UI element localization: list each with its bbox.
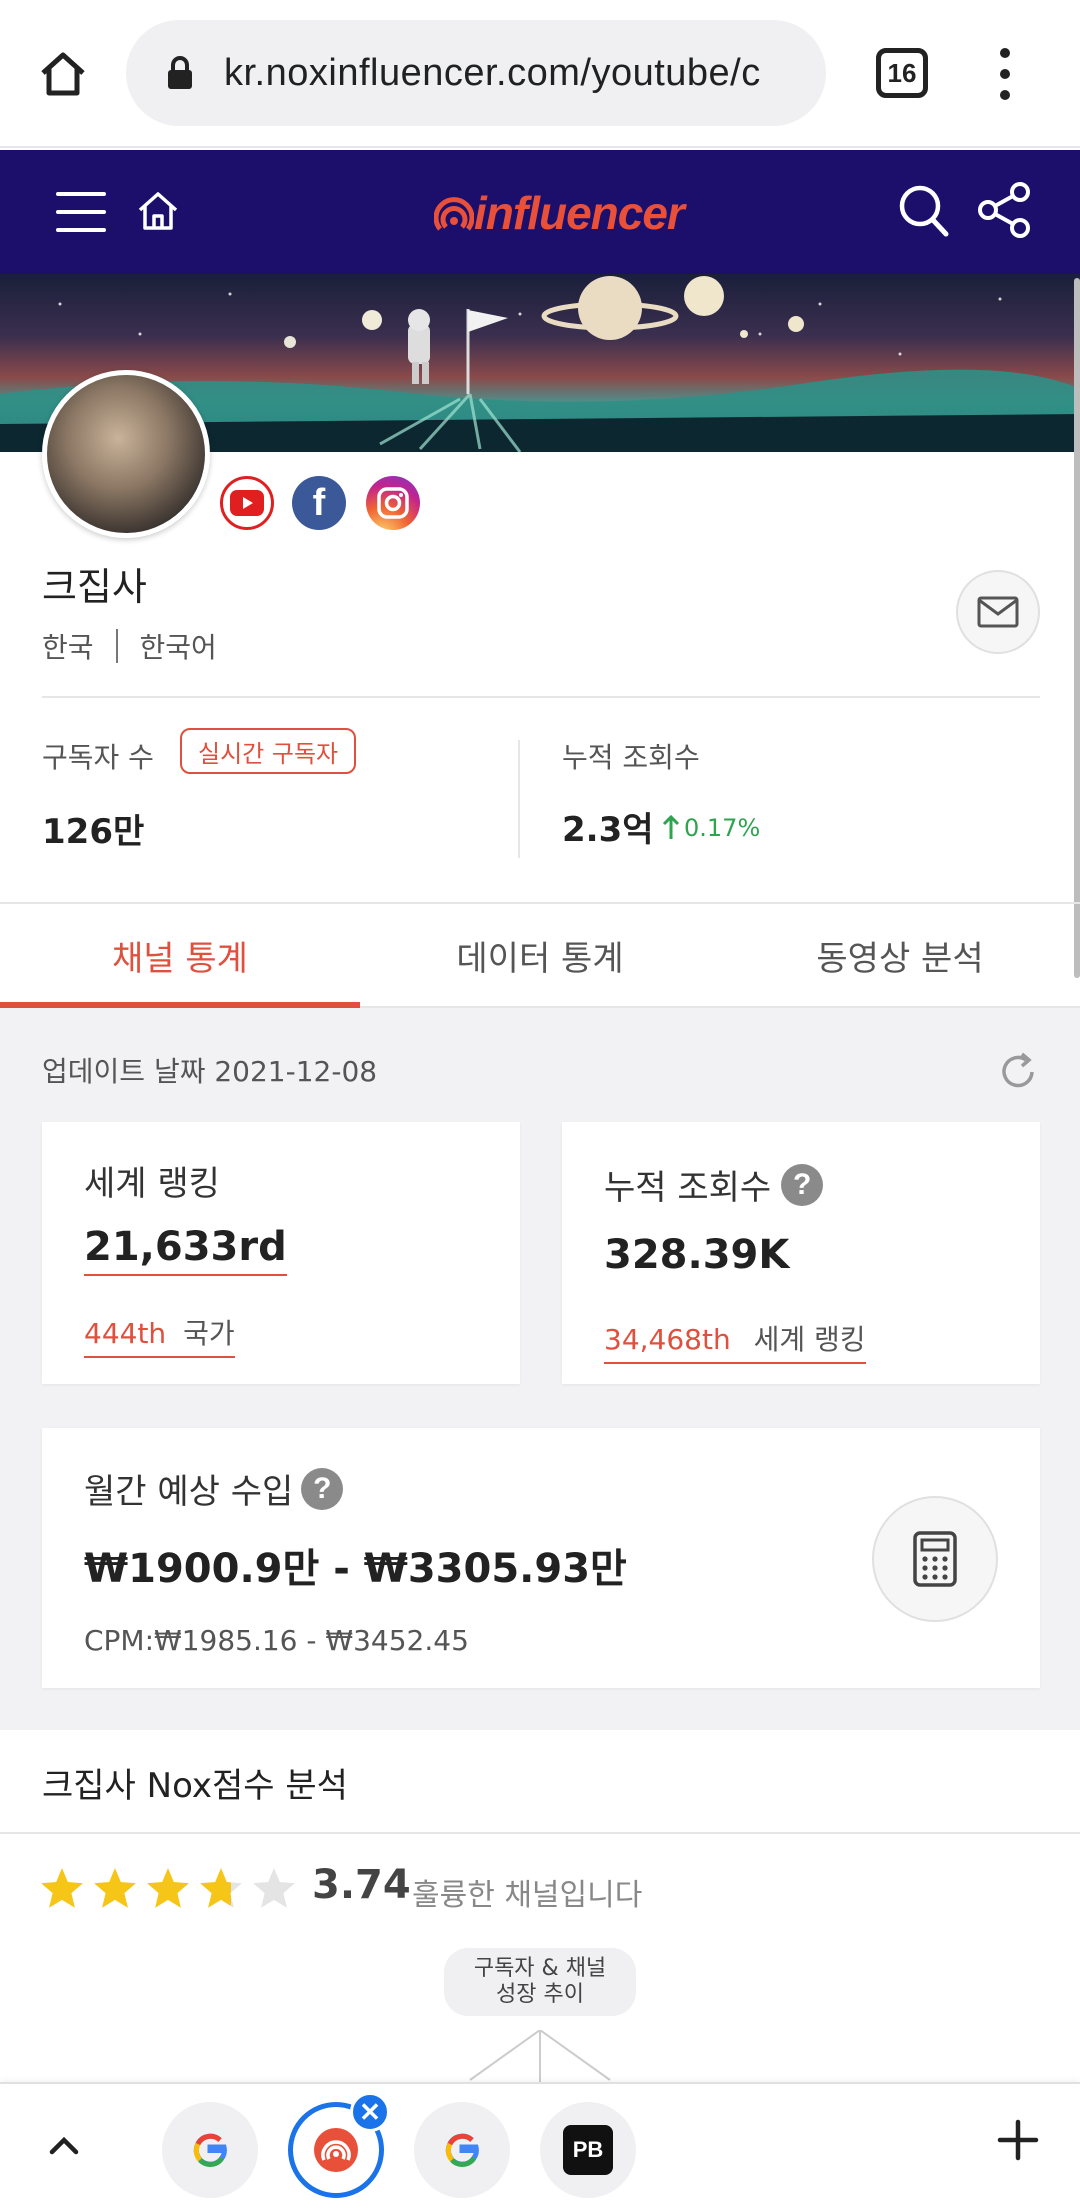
refresh-icon[interactable] (996, 1050, 1040, 1094)
world-rank-value[interactable]: 21,633rd (84, 1224, 287, 1276)
channel-avatar (42, 370, 210, 538)
pb-tab-icon[interactable]: PB (540, 2102, 636, 2198)
arrow-up-icon (662, 815, 680, 839)
bubble-line-1: 구독자 & 채널 (473, 1956, 607, 1981)
chevron-up-icon[interactable] (40, 2122, 88, 2170)
share-icon[interactable] (976, 180, 1032, 240)
bubble-line-2: 성장 추이 (496, 1982, 584, 2007)
address-bar[interactable]: kr.noxinfluencer.com/youtube/c (126, 20, 826, 126)
total-views-value: 2.3억 (562, 810, 654, 850)
total-views-label: 누적 조회수 (562, 741, 700, 774)
radar-chart (469, 2030, 611, 2086)
divider (0, 1832, 1080, 1834)
page-scrollbar[interactable] (1074, 278, 1080, 978)
youtube-icon[interactable] (220, 476, 274, 530)
calculator-icon (913, 1531, 957, 1587)
tab-data-stats[interactable]: 데이터 통계 (360, 904, 720, 1006)
views-growth: 0.17% (662, 814, 760, 842)
stats-divider (518, 740, 520, 858)
facebook-icon[interactable]: f (292, 476, 346, 530)
calculator-button[interactable] (872, 1496, 998, 1622)
overflow-menu-icon[interactable] (990, 48, 1020, 100)
nox-score-value: 3.74 (312, 1862, 411, 1908)
google-tab-icon[interactable] (162, 2102, 258, 2198)
hamburger-menu-icon[interactable] (56, 192, 106, 232)
site-logo[interactable]: influencer (434, 178, 685, 248)
subscribers-label: 구독자 수 (42, 741, 154, 774)
star-icon (200, 1868, 242, 1908)
site-home-icon[interactable] (134, 186, 182, 234)
close-tab-icon[interactable]: ✕ (350, 2092, 390, 2132)
help-icon[interactable]: ? (301, 1467, 344, 1510)
help-icon[interactable]: ? (781, 1163, 824, 1206)
avg-views-title-row: 누적 조회수 ? (604, 1160, 824, 1209)
star-icon (94, 1868, 136, 1908)
meta-separator (115, 629, 118, 663)
growth-trend-bubble[interactable]: 구독자 & 채널 성장 추이 (444, 1948, 636, 2016)
avg-views-title: 누적 조회수 (604, 1168, 772, 1208)
country-rank-value: 444th (84, 1317, 167, 1350)
site-header: influencer (0, 150, 1080, 274)
instagram-icon[interactable] (366, 476, 420, 530)
new-tab-icon[interactable] (996, 2118, 1040, 2162)
home-icon[interactable] (30, 40, 96, 106)
channel-language: 한국어 (139, 631, 217, 664)
income-title: 월간 예상 수입 (84, 1472, 294, 1512)
channel-country: 한국 (42, 631, 94, 664)
star-icon (147, 1868, 189, 1908)
income-title-row: 월간 예상 수입 ? (84, 1464, 344, 1513)
avg-views-rank-link[interactable]: 34,468th 세계 랭킹 (604, 1318, 866, 1364)
nox-score-title: 크집사 Nox점수 분석 (42, 1766, 348, 1806)
search-icon[interactable] (896, 180, 952, 240)
lock-icon (160, 53, 200, 93)
country-rank-label: 국가 (183, 1317, 235, 1350)
views-growth-value: 0.17% (684, 814, 761, 842)
world-rank-title: 세계 랭킹 (84, 1164, 220, 1204)
star-icon (41, 1868, 83, 1908)
income-value: ₩1900.9만 - ₩3305.93만 (84, 1546, 627, 1592)
divider (42, 696, 1040, 698)
avg-views-value: 328.39K (604, 1232, 790, 1278)
mail-icon (977, 596, 1019, 628)
tab-video-analysis[interactable]: 동영상 분석 (720, 904, 1080, 1006)
income-cpm: CPM:₩1985.16 - ₩3452.45 (84, 1624, 469, 1657)
country-rank-link[interactable]: 444th 국가 (84, 1312, 235, 1358)
star-rating (40, 1864, 304, 1914)
browser-toolbar: kr.noxinfluencer.com/youtube/c 16 (0, 0, 1080, 148)
avg-views-rank-label: 세계 랭킹 (753, 1323, 866, 1356)
nox-score-description: 훌륭한 채널입니다 (412, 1878, 643, 1913)
browser-tab-bar: ✕ PB (0, 2082, 1080, 2210)
subscribers-value: 126만 (42, 812, 145, 852)
pb-logo-icon: PB (563, 2125, 613, 2175)
realtime-subscribers-button[interactable]: 실시간 구독자 (180, 728, 357, 774)
nox-logo-icon (434, 197, 474, 231)
channel-meta: 한국 한국어 (42, 626, 217, 666)
contact-mail-button[interactable] (956, 570, 1040, 654)
tab-switcher-button[interactable]: 16 (876, 48, 928, 98)
logo-text: influencer (474, 187, 685, 239)
section-tabs: 채널 통계 데이터 통계 동영상 분석 (0, 902, 1080, 1008)
avg-views-rank-value: 34,468th (604, 1323, 731, 1356)
url-text: kr.noxinfluencer.com/youtube/c (224, 51, 761, 94)
tab-channel-stats[interactable]: 채널 통계 (0, 904, 360, 1008)
update-date: 업데이트 날짜 2021-12-08 (42, 1055, 378, 1088)
star-rating-icons (41, 1868, 295, 1908)
star-icon (253, 1868, 295, 1908)
google-tab-icon[interactable] (414, 2102, 510, 2198)
channel-name: 크집사 (42, 565, 147, 609)
